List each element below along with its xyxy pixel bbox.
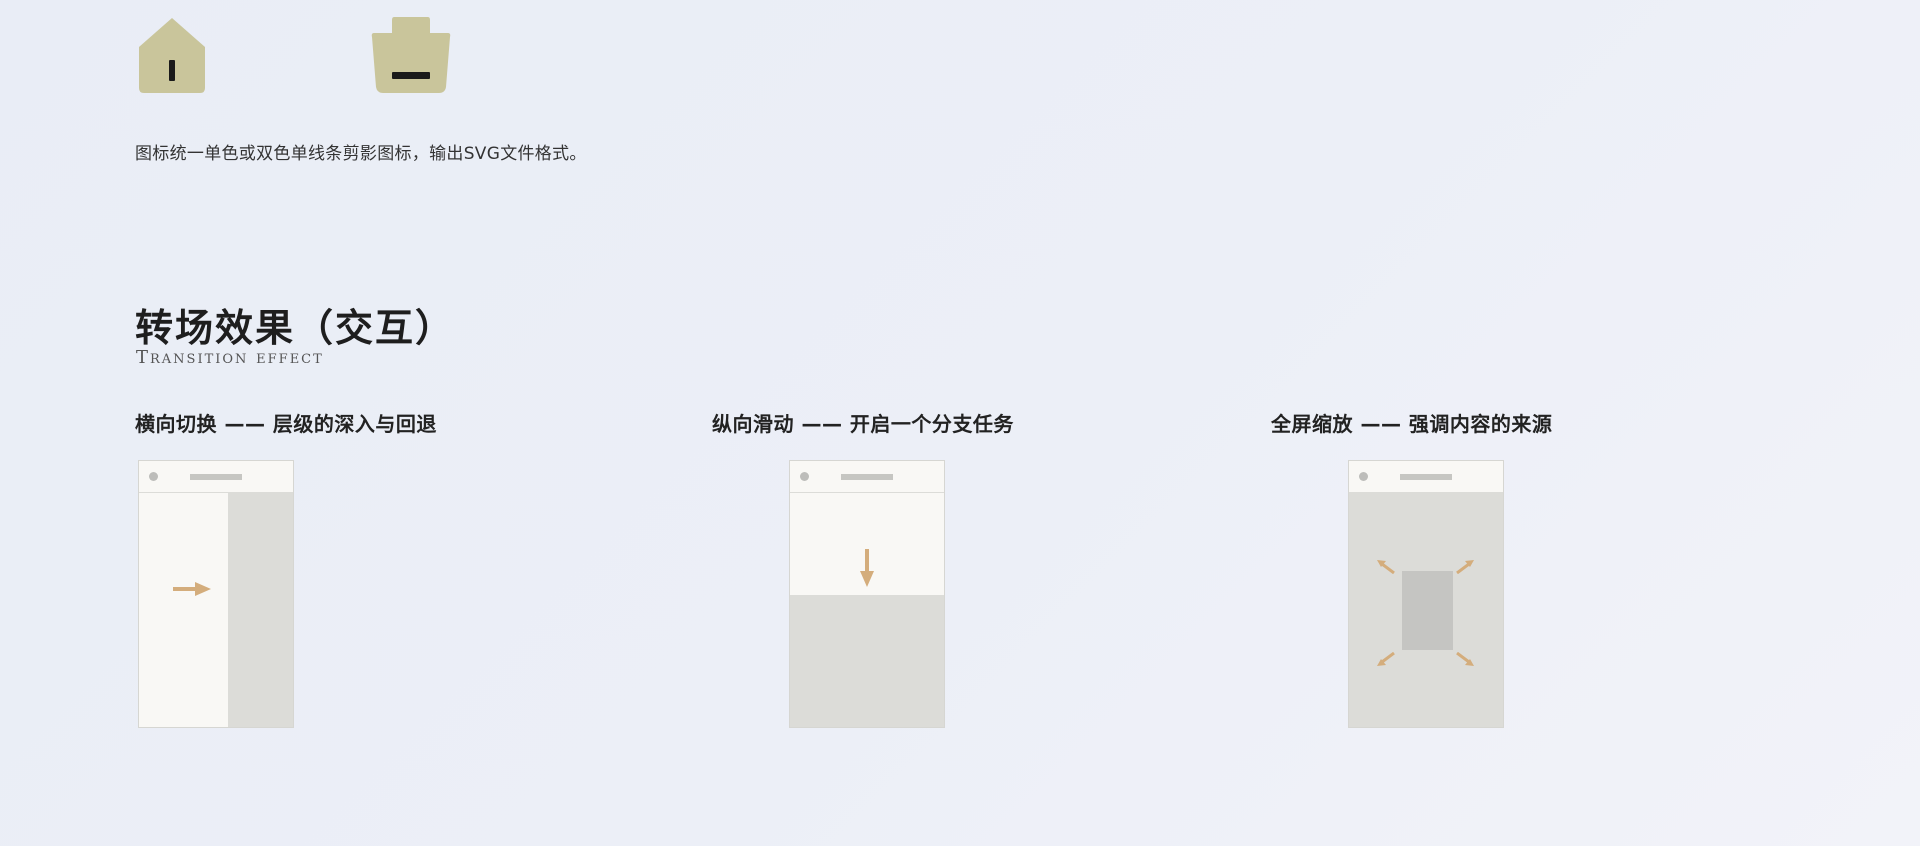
source-content-card — [1402, 571, 1453, 650]
transition-title-horizontal: 横向切换 —— 层级的深入与回退 — [135, 412, 437, 436]
status-bar — [790, 461, 944, 493]
camera-dot — [149, 472, 158, 481]
section-subtitle: Transition effect — [136, 347, 324, 368]
camera-dot — [1359, 472, 1368, 481]
status-bar — [139, 461, 293, 493]
arrow-up-left-icon — [1377, 559, 1395, 578]
speaker-line — [1400, 474, 1452, 480]
arrow-down-icon — [860, 549, 874, 591]
home-icon — [137, 16, 207, 94]
arrow-up-right-icon — [1456, 559, 1474, 578]
transition-title-zoom: 全屏缩放 —— 强调内容的来源 — [1271, 412, 1553, 436]
incoming-panel — [790, 595, 944, 727]
arrow-down-right-icon — [1456, 651, 1474, 670]
phone-mockup-vertical — [789, 460, 945, 728]
arrow-right-icon — [173, 581, 211, 600]
phone-mockup-horizontal — [138, 460, 294, 728]
section-title: 转场效果（交互） — [135, 306, 456, 350]
status-bar — [1349, 461, 1503, 493]
speaker-line — [190, 474, 242, 480]
incoming-panel — [228, 492, 293, 727]
bag-icon — [370, 16, 452, 94]
phone-mockup-zoom — [1348, 460, 1504, 728]
transition-title-vertical: 纵向滑动 —— 开启一个分支任务 — [712, 412, 1014, 436]
camera-dot — [800, 472, 809, 481]
arrow-down-left-icon — [1377, 651, 1395, 670]
speaker-line — [841, 474, 893, 480]
icon-description: 图标统一单色或双色单线条剪影图标，输出SVG文件格式。 — [135, 144, 587, 164]
